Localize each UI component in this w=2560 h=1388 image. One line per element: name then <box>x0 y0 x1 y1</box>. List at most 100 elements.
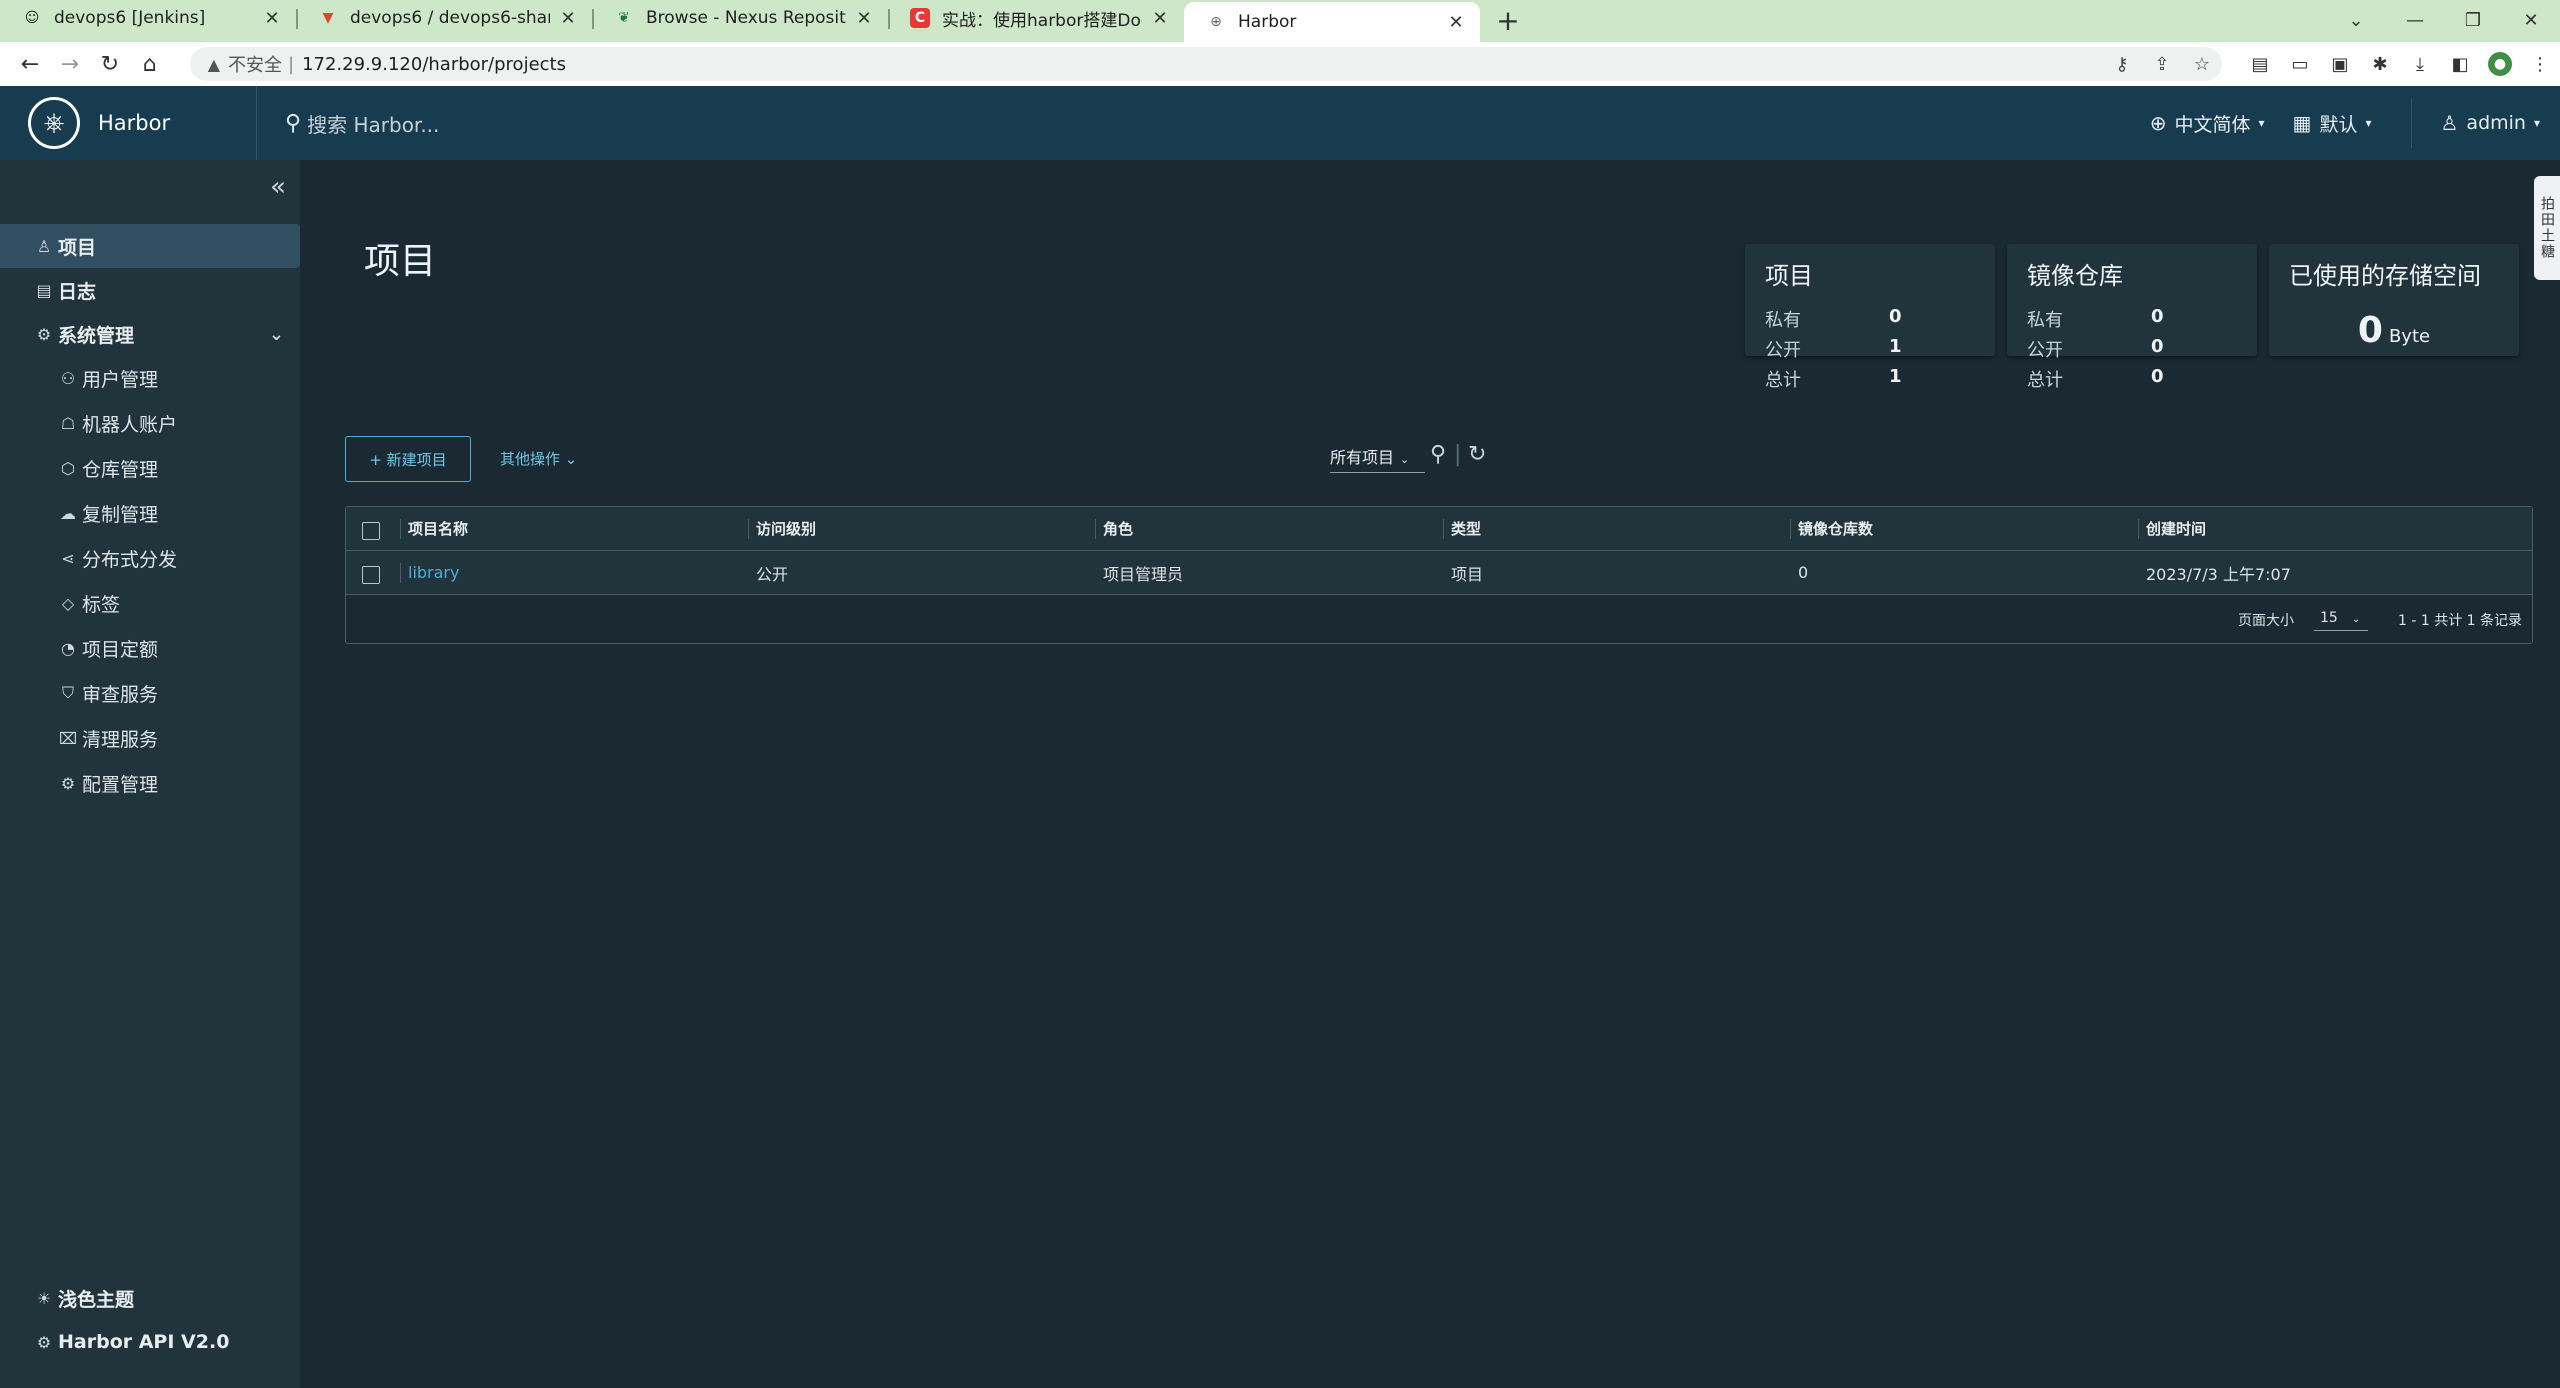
table-row[interactable]: library 公开 项目管理员 项目 0 2023/7/3 上午7:07 <box>346 551 2532 595</box>
projects-table: 项目名称 访问级别 角色 类型 镜像仓库数 创建时间 library 公开 项目… <box>345 506 2533 644</box>
browser-tab-gitlab[interactable]: ▼ devops6 / devops6-shared-lib ✕ <box>296 0 592 36</box>
chevron-down-icon: ▾ <box>2365 116 2372 130</box>
table-header: 项目名称 访问级别 角色 类型 镜像仓库数 创建时间 <box>346 507 2532 551</box>
url-text[interactable]: 172.29.9.120/harbor/projects <box>302 54 2102 75</box>
gitlab-icon: ▼ <box>322 10 334 26</box>
home-icon[interactable]: ⌂ <box>130 46 170 82</box>
reload-icon[interactable]: ↻ <box>90 46 130 82</box>
other-actions-dropdown[interactable]: 其他操作 ⌄ <box>500 448 577 469</box>
extension-icon[interactable]: ▤ <box>2240 46 2280 82</box>
column-header-role[interactable]: 角色 <box>1094 507 1133 551</box>
share-icon[interactable]: ⇪ <box>2142 54 2182 75</box>
log-icon: ▤ <box>36 280 52 300</box>
extension-icon[interactable]: ▣ <box>2320 46 2360 82</box>
collapse-sidebar-icon[interactable]: « <box>270 172 286 202</box>
sun-icon: ☀ <box>36 1288 52 1308</box>
tag-icon: ◇ <box>61 593 75 613</box>
sidebar-item-clean-up[interactable]: ⌧ 清理服务 <box>0 716 300 760</box>
brand-name[interactable]: Harbor <box>98 111 256 135</box>
table-footer: 页面大小 15 ⌄ 1 - 1 共计 1 条记录 <box>346 596 2532 642</box>
global-search[interactable]: ⚲ 搜索 Harbor... <box>285 109 1585 138</box>
puzzle-icon[interactable]: ✱ <box>2360 46 2400 82</box>
language-selector[interactable]: ⊕ 中文简体 ▾ <box>2150 110 2265 137</box>
share-icon: ⋖ <box>61 548 75 568</box>
chevron-down-icon: ▾ <box>2258 116 2265 130</box>
row-checkbox[interactable] <box>362 566 380 584</box>
sidebar-item-users[interactable]: ⚇ 用户管理 <box>0 356 300 400</box>
sidepanel-icon[interactable]: ◧ <box>2440 46 2480 82</box>
datetime-format-selector[interactable]: ▦ 默认 ▾ <box>2293 110 2372 137</box>
globe-icon: ⊕ <box>2149 111 2167 135</box>
sidebar-item-administration[interactable]: ⚙ 系统管理 ⌄ <box>0 312 300 356</box>
browser-tab-harbor[interactable]: ⊕ Harbor ✕ <box>1184 2 1480 42</box>
extension-icon[interactable]: ▭ <box>2280 46 2320 82</box>
close-tab-icon[interactable]: ✕ <box>1150 8 1170 29</box>
harbor-logo-icon[interactable]: ⎈ <box>28 97 80 149</box>
minimize-icon[interactable]: — <box>2386 0 2444 40</box>
sidebar-item-robot-accounts[interactable]: ☖ 机器人账户 <box>0 401 300 445</box>
globe-icon: ⊕ <box>1210 14 1222 30</box>
column-header-repo-count[interactable]: 镜像仓库数 <box>1789 507 1873 551</box>
main-content: 项目 项目 私有 0 公开 1 总计 1 镜像仓库 私有 0 公开 0 总计 0 <box>300 160 2560 1388</box>
column-header-type[interactable]: 类型 <box>1442 507 1481 551</box>
replication-icon: ☁ <box>60 503 76 523</box>
project-icon: ♙ <box>36 236 52 256</box>
search-input[interactable]: 搜索 Harbor... <box>307 109 439 138</box>
download-icon[interactable]: ⤓ <box>2400 46 2440 82</box>
harbor-api-link[interactable]: ⚙ Harbor API V2.0 <box>0 1320 300 1364</box>
close-window-icon[interactable]: ✕ <box>2502 0 2560 40</box>
select-all-checkbox[interactable] <box>362 522 380 540</box>
extension-icons: ▤ ▭ ▣ ✱ ⤓ ◧ ● ⋮ <box>2240 46 2560 82</box>
project-filter-select[interactable]: 所有项目 ⌄ <box>1330 444 1425 473</box>
page-size-select[interactable]: 15 ⌄ <box>2314 606 2368 631</box>
chevron-down-icon[interactable]: ⌄ <box>269 324 284 345</box>
close-tab-icon[interactable]: ✕ <box>558 8 578 29</box>
page-title: 项目 <box>364 241 437 282</box>
sidebar-item-replications[interactable]: ☁ 复制管理 <box>0 491 300 535</box>
sidebar-item-configuration[interactable]: ⚙ 配置管理 <box>0 761 300 805</box>
sidebar-item-interrogation[interactable]: ⛉ 审查服务 <box>0 671 300 715</box>
theme-toggle[interactable]: ☀ 浅色主题 <box>0 1276 300 1320</box>
back-icon[interactable]: ← <box>10 46 50 82</box>
refresh-icon[interactable]: ↻ <box>1468 442 1486 467</box>
sidebar-item-distributions[interactable]: ⋖ 分布式分发 <box>0 536 300 580</box>
storage-summary-card: 已使用的存储空间 0 Byte <box>2269 244 2519 356</box>
menu-icon[interactable]: ⋮ <box>2520 46 2560 82</box>
column-header-name[interactable]: 项目名称 <box>399 507 468 551</box>
sidebar-item-registries[interactable]: ⬡ 仓库管理 <box>0 446 300 490</box>
sidebar-item-projects[interactable]: ♙ 项目 <box>0 224 300 268</box>
calendar-icon: ▦ <box>2292 111 2312 135</box>
users-icon: ⚇ <box>60 368 76 388</box>
user-icon: ♙ <box>2440 111 2459 135</box>
user-menu[interactable]: ♙ admin ▾ <box>2440 111 2540 135</box>
sidebar-item-project-quotas[interactable]: ◔ 项目定额 <box>0 626 300 670</box>
close-tab-icon[interactable]: ✕ <box>1446 12 1466 33</box>
floating-side-tab[interactable]: 拍田土糖 <box>2534 176 2560 280</box>
browser-tab-nexus[interactable]: ❦ Browse - Nexus Repository Ma ✕ <box>592 0 888 36</box>
chevron-down-icon: ▾ <box>2533 116 2540 130</box>
gear-icon: ⚙ <box>60 773 76 793</box>
profile-avatar[interactable]: ● <box>2487 52 2512 76</box>
new-project-button[interactable]: + 新建项目 <box>345 436 471 482</box>
sidebar-item-logs[interactable]: ▤ 日志 <box>0 268 300 312</box>
column-header-created[interactable]: 创建时间 <box>2137 507 2206 551</box>
new-tab-button[interactable]: + <box>1488 2 1528 38</box>
bookmark-star-icon[interactable]: ☆ <box>2182 54 2222 75</box>
browser-tab-csdn[interactable]: C 实战：使用harbor搭建Docker ✕ <box>888 0 1184 36</box>
restore-icon[interactable]: ❐ <box>2444 0 2502 40</box>
sidebar-item-labels[interactable]: ◇ 标签 <box>0 581 300 625</box>
search-icon: ⚲ <box>285 110 302 136</box>
tab-search-icon[interactable]: ⌄ <box>2326 0 2386 40</box>
close-tab-icon[interactable]: ✕ <box>262 8 282 29</box>
key-icon[interactable]: ⚷ <box>2102 54 2142 75</box>
address-bar[interactable]: ▲ 不安全 | 172.29.9.120/harbor/projects ⚷ ⇪… <box>189 47 2222 81</box>
project-link-library[interactable]: library <box>408 563 459 582</box>
browser-tab-jenkins[interactable]: ☺ devops6 [Jenkins] ✕ <box>0 0 296 36</box>
forward-icon[interactable]: → <box>50 46 90 82</box>
warning-icon[interactable]: ▲ <box>208 55 220 74</box>
search-icon[interactable]: ⚲ <box>1430 442 1446 467</box>
robot-icon: ☖ <box>60 413 76 433</box>
column-header-access[interactable]: 访问级别 <box>747 507 816 551</box>
nexus-icon: ❦ <box>618 10 630 26</box>
close-tab-icon[interactable]: ✕ <box>854 8 874 29</box>
